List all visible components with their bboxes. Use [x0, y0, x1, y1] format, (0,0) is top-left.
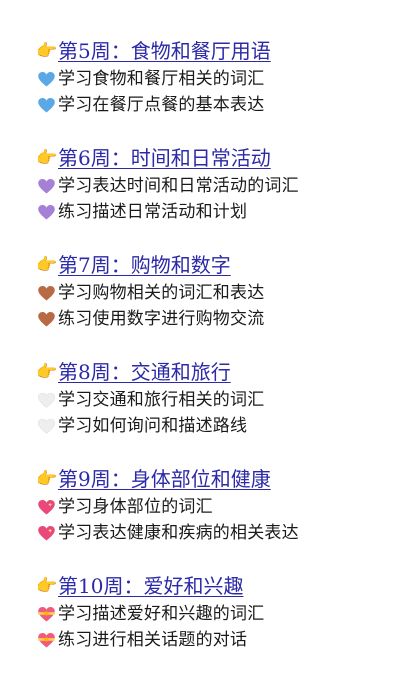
pointing-right-icon: 👉 — [36, 362, 58, 382]
brown-heart-icon — [36, 306, 58, 332]
week-section: 👉 第6周：时间和日常活动 学习表达时间和日常活动的词汇 练习描述日常活动和计划 — [36, 143, 396, 225]
white-heart-icon — [36, 387, 58, 413]
white-heart-icon — [36, 413, 58, 439]
list-item: 学习表达时间和日常活动的词汇 — [36, 173, 396, 199]
item-text: 学习食物和餐厅相关的词汇 — [58, 69, 265, 89]
list-item: 学习在餐厅点餐的基本表达 — [36, 92, 396, 118]
week-section: 👉 第8周：交通和旅行 学习交通和旅行相关的词汇 学习如何询问和描述路线 — [36, 357, 396, 439]
week-section: 👉 第5周：食物和餐厅用语 学习食物和餐厅相关的词汇 学习在餐厅点餐的基本表达 — [36, 36, 396, 118]
document-body: 👉 第5周：食物和餐厅用语 学习食物和餐厅相关的词汇 学习在餐厅点餐的基本表达 … — [36, 36, 396, 678]
week-title-link[interactable]: 第8周：交通和旅行 — [58, 357, 231, 387]
item-text: 练习描述日常活动和计划 — [58, 202, 248, 222]
blue-heart-icon — [36, 92, 58, 118]
heart-with-ribbon-icon — [36, 601, 58, 627]
week-title-link[interactable]: 第7周：购物和数字 — [58, 250, 231, 280]
pointing-right-icon: 👉 — [36, 148, 58, 168]
list-item: 学习身体部位的词汇 — [36, 494, 396, 520]
list-item: 学习描述爱好和兴趣的词汇 — [36, 601, 396, 627]
pointing-right-icon: 👉 — [36, 255, 58, 275]
item-text: 学习购物相关的词汇和表达 — [58, 283, 265, 303]
purple-heart-icon — [36, 173, 58, 199]
list-item: 学习表达健康和疾病的相关表达 — [36, 520, 396, 546]
item-text: 学习在餐厅点餐的基本表达 — [58, 95, 265, 115]
brown-heart-icon — [36, 280, 58, 306]
week-heading: 👉 第8周：交通和旅行 — [36, 357, 396, 387]
item-text: 练习使用数字进行购物交流 — [58, 309, 265, 329]
item-text: 学习表达健康和疾病的相关表达 — [58, 523, 299, 543]
week-section: 👉 第7周：购物和数字 学习购物相关的词汇和表达 练习使用数字进行购物交流 — [36, 250, 396, 332]
list-item: 学习如何询问和描述路线 — [36, 413, 396, 439]
week-heading: 👉 第6周：时间和日常活动 — [36, 143, 396, 173]
sparkling-heart-icon — [36, 520, 58, 546]
week-heading: 👉 第5周：食物和餐厅用语 — [36, 36, 396, 66]
item-text: 学习表达时间和日常活动的词汇 — [58, 176, 299, 196]
week-title-link[interactable]: 第6周：时间和日常活动 — [58, 143, 271, 173]
pointing-right-icon: 👉 — [36, 41, 58, 61]
pointing-right-icon: 👉 — [36, 469, 58, 489]
week-heading: 👉 第10周：爱好和兴趣 — [36, 571, 396, 601]
list-item: 练习描述日常活动和计划 — [36, 199, 396, 225]
item-text: 学习如何询问和描述路线 — [58, 416, 248, 436]
item-text: 学习描述爱好和兴趣的词汇 — [58, 604, 265, 624]
week-section: 👉 第10周：爱好和兴趣 学习描述爱好和兴趣的词汇 练习进行相关话题的对话 — [36, 571, 396, 653]
blue-heart-icon — [36, 66, 58, 92]
item-text: 学习交通和旅行相关的词汇 — [58, 390, 265, 410]
week-title-link[interactable]: 第10周：爱好和兴趣 — [58, 571, 243, 601]
week-title-link[interactable]: 第9周：身体部位和健康 — [58, 464, 271, 494]
item-text: 练习进行相关话题的对话 — [58, 630, 248, 650]
week-heading: 👉 第9周：身体部位和健康 — [36, 464, 396, 494]
list-item: 练习进行相关话题的对话 — [36, 627, 396, 653]
item-text: 学习身体部位的词汇 — [58, 497, 213, 517]
heart-with-ribbon-icon — [36, 627, 58, 653]
week-section: 👉 第9周：身体部位和健康 学习身体部位的词汇 学习表达健康和疾病的相关表达 — [36, 464, 396, 546]
list-item: 学习购物相关的词汇和表达 — [36, 280, 396, 306]
week-title-link[interactable]: 第5周：食物和餐厅用语 — [58, 36, 271, 66]
pointing-right-icon: 👉 — [36, 576, 58, 596]
list-item: 练习使用数字进行购物交流 — [36, 306, 396, 332]
week-heading: 👉 第7周：购物和数字 — [36, 250, 396, 280]
list-item: 学习食物和餐厅相关的词汇 — [36, 66, 396, 92]
purple-heart-icon — [36, 199, 58, 225]
list-item: 学习交通和旅行相关的词汇 — [36, 387, 396, 413]
sparkling-heart-icon — [36, 494, 58, 520]
